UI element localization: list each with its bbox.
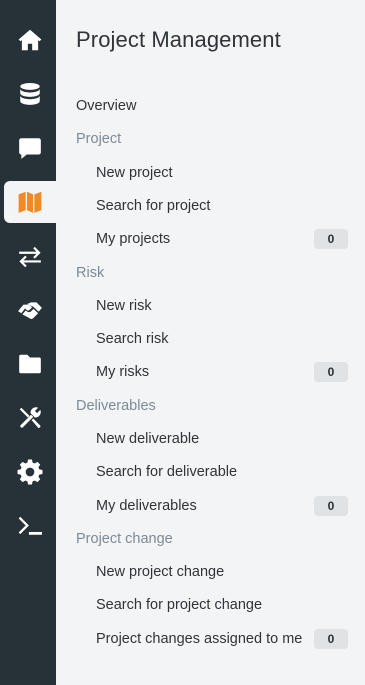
sidebar-item-chat[interactable]: [4, 127, 56, 169]
nav-search-project-change[interactable]: Search for project change: [56, 588, 365, 621]
count-badge: 0: [314, 629, 348, 649]
count-badge: 0: [314, 496, 348, 516]
nav-item-label: My projects: [96, 230, 171, 247]
nav-search-project[interactable]: Search for project: [56, 189, 365, 222]
nav-my-risks[interactable]: My risks 0: [56, 355, 365, 388]
sidebar-item-home[interactable]: [4, 19, 56, 61]
icon-sidebar: [0, 0, 56, 685]
count-badge: 0: [314, 362, 348, 382]
nav-overview-label: Overview: [76, 97, 137, 114]
exchange-icon: [19, 246, 41, 268]
sidebar-item-database[interactable]: [4, 73, 56, 115]
section-label: Deliverables: [76, 397, 156, 414]
nav-new-project[interactable]: New project: [56, 156, 365, 189]
section-deliverables[interactable]: Deliverables: [56, 389, 365, 422]
nav-item-label: New project change: [96, 563, 225, 580]
section-project-change[interactable]: Project change: [56, 522, 365, 555]
sidebar-item-tools[interactable]: [4, 397, 56, 439]
nav-new-deliverable[interactable]: New deliverable: [56, 422, 365, 455]
section-risk[interactable]: Risk: [56, 256, 365, 289]
section-project[interactable]: Project: [56, 122, 365, 155]
nav-item-label: Search for project change: [96, 596, 263, 613]
nav-item-label: New risk: [96, 297, 152, 314]
nav-my-projects[interactable]: My projects 0: [56, 222, 365, 255]
sidebar-item-settings[interactable]: [4, 451, 56, 493]
folder-icon: [19, 354, 41, 374]
chat-icon: [19, 138, 41, 159]
nav-item-label: New project: [96, 164, 173, 181]
terminal-icon: [18, 516, 42, 535]
database-icon: [20, 82, 40, 105]
nav-new-risk[interactable]: New risk: [56, 289, 365, 322]
sidebar-item-exchange[interactable]: [4, 235, 56, 277]
nav-new-project-change[interactable]: New project change: [56, 555, 365, 588]
nav-item-label: My deliverables: [96, 497, 197, 514]
count-badge: 0: [314, 229, 348, 249]
nav-item-label: My risks: [96, 363, 150, 380]
nav-overview[interactable]: Overview: [56, 89, 365, 122]
map-icon: [18, 191, 42, 213]
tools-icon: [19, 407, 41, 428]
sidebar-item-map[interactable]: [4, 181, 56, 223]
section-label: Project change: [76, 530, 173, 547]
nav-item-label: New deliverable: [96, 430, 200, 447]
section-label: Project: [76, 130, 122, 147]
nav-item-label: Project changes assigned to me: [96, 630, 303, 647]
nav-search-deliverable[interactable]: Search for deliverable: [56, 455, 365, 488]
gear-icon: [17, 459, 43, 485]
nav-search-risk[interactable]: Search risk: [56, 322, 365, 355]
sidebar-item-folder[interactable]: [4, 343, 56, 385]
nav-item-label: Search for project: [96, 197, 211, 214]
handshake-icon: [18, 302, 42, 319]
nav-item-label: Search risk: [96, 330, 169, 347]
nav-project-changes-assigned[interactable]: Project changes assigned to me 0: [56, 622, 365, 655]
page-title: Project Management: [76, 27, 281, 52]
sidebar-item-handshake[interactable]: [4, 289, 56, 331]
nav-item-label: Search for deliverable: [96, 463, 238, 480]
nav-my-deliverables[interactable]: My deliverables 0: [56, 489, 365, 522]
home-icon: [18, 29, 42, 51]
section-label: Risk: [76, 264, 105, 281]
sidebar-item-terminal[interactable]: [4, 505, 56, 547]
navigation-panel: Project Management Overview Project New …: [56, 0, 365, 685]
